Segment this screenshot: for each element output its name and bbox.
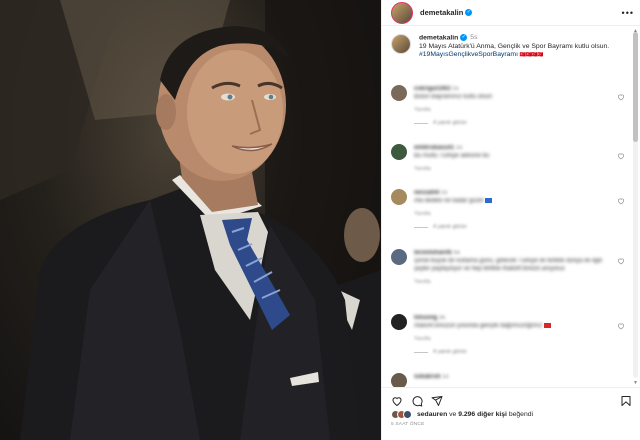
- post-photo[interactable]: [0, 0, 381, 440]
- comment-item: nevzat44 1s Ata dedeki ne kadar güzel Ya…: [391, 189, 629, 230]
- post-timestamp[interactable]: 5 SAAT ÖNCE: [382, 419, 640, 427]
- heart-icon[interactable]: [617, 197, 625, 205]
- view-replies-label: 4 yanıtı görün: [433, 120, 467, 126]
- comment-username[interactable]: lecestuhan45: [414, 250, 452, 256]
- verified-badge-icon: ✓: [465, 9, 473, 16]
- comment-time: 1s: [442, 374, 449, 380]
- liker-avatar: [403, 410, 412, 419]
- comment-username[interactable]: cokrigul1063: [414, 86, 451, 92]
- commenter-avatar[interactable]: [391, 189, 407, 205]
- heart-icon[interactable]: [391, 395, 403, 407]
- comment-time: 3s: [439, 315, 446, 321]
- comment-username[interactable]: emlkrubasu41: [414, 145, 454, 151]
- comment-reply-link[interactable]: Yanıtla: [414, 107, 629, 113]
- replies-divider: [414, 122, 428, 124]
- caption-avatar[interactable]: [391, 34, 411, 54]
- bookmark-icon[interactable]: [620, 395, 632, 407]
- author-avatar[interactable]: [391, 1, 413, 24]
- replies-divider: [414, 226, 428, 228]
- likes-summary: sedauren ve 9.296 diğer kişi beğendi: [382, 408, 640, 419]
- comments-scrollbar[interactable]: [633, 32, 638, 378]
- comment-username[interactable]: sokakruh: [414, 374, 441, 380]
- caption-text: 19 Mayıs Atatürk'ü Anma, Gençlik ve Spor…: [419, 42, 610, 50]
- likes-connector: ve: [449, 411, 457, 418]
- comment-reply-link[interactable]: Yanıtla: [414, 211, 629, 217]
- comment-username[interactable]: hmsong: [414, 315, 437, 321]
- likes-suffix: beğendi: [508, 411, 534, 418]
- liker-avatars[interactable]: [391, 410, 412, 419]
- comment-username[interactable]: nevzat44: [414, 190, 439, 196]
- comment-item: sokakruh 1s: [391, 373, 629, 387]
- view-replies[interactable]: 4 yanıtı görün: [414, 349, 629, 355]
- comment-icon[interactable]: [411, 395, 423, 407]
- caption-username[interactable]: demetakalin: [419, 34, 458, 41]
- caption-time: 5s: [470, 34, 478, 42]
- comment-reply-link[interactable]: Yanıtla: [414, 166, 629, 172]
- author-username[interactable]: demetakalin: [420, 8, 463, 17]
- comment-text: Ata dedeki ne kadar güzel: [414, 198, 484, 204]
- comment-reply-link[interactable]: Yanıtla: [414, 336, 629, 342]
- comment-text: Bütün Bayramınız kutlu olsun: [414, 94, 493, 100]
- post-caption: demetakalin ✓ 5s 19 Mayıs Atatürk'ü Anma, …: [382, 27, 632, 66]
- comments-scroll-area[interactable]: demetakalin ✓ 5s 19 Mayıs Atatürk'ü Anma, …: [382, 27, 632, 387]
- comment-item: hmsong 3s Atatürk'ümüzün yolunda gençlik…: [391, 314, 629, 355]
- post-header: demetakalin ✓ •••: [382, 0, 640, 26]
- commenter-avatar[interactable]: [391, 144, 407, 160]
- scroll-down-arrow-icon[interactable]: ▼: [633, 380, 638, 386]
- caption-emoji: 🇹🇷🇹🇷🇹🇷🇹🇷: [519, 52, 543, 59]
- scrollbar-thumb[interactable]: [633, 32, 638, 142]
- view-replies[interactable]: 4 yanıtı görün: [414, 120, 629, 126]
- comment-text: Şimdi büyük bir kutlama günü, gelecek Tü…: [414, 258, 602, 272]
- others-count[interactable]: 9.296 diğer kişi: [458, 411, 507, 418]
- comment-item: lecestuhan45 5s Şimdi büyük bir kutlama …: [391, 249, 629, 285]
- portrait-image: [0, 0, 381, 440]
- heart-icon[interactable]: [617, 322, 625, 330]
- post-actions: sedauren ve 9.296 diğer kişi beğendi 5 S…: [382, 387, 640, 440]
- comment-text: Atatürk'ümüzün yolunda gençlik bağımsızl…: [414, 323, 543, 329]
- replies-divider: [414, 351, 428, 353]
- share-icon[interactable]: [431, 395, 443, 407]
- comment-item: emlkrubasu41 1s Bu mutlu Türkiye ailesin…: [391, 144, 629, 172]
- commenter-avatar[interactable]: [391, 314, 407, 330]
- more-horizontal-icon[interactable]: •••: [622, 8, 634, 18]
- heart-icon[interactable]: [617, 257, 625, 265]
- first-liker-username[interactable]: sedauren: [417, 411, 447, 418]
- comment-time: 1s: [452, 86, 459, 92]
- heart-icon[interactable]: [617, 93, 625, 101]
- heart-emoji-icon: [485, 197, 493, 203]
- commenter-avatar[interactable]: [391, 373, 407, 387]
- heart-emoji-icon: [544, 322, 552, 328]
- post-panel: demetakalin ✓ ••• demetakalin ✓ 5s 19 Mayı…: [381, 0, 640, 440]
- comment-time: 1s: [456, 145, 463, 151]
- view-replies[interactable]: 4 yanıtı görün: [414, 224, 629, 230]
- comment-reply-link[interactable]: Yanıtla: [414, 279, 629, 285]
- comment-text: Bu mutlu Türkiye ailesine bu: [414, 153, 490, 159]
- comment-time: 1s: [441, 190, 448, 196]
- heart-icon[interactable]: [617, 152, 625, 160]
- view-replies-label: 4 yanıtı görün: [433, 349, 467, 355]
- commenter-avatar[interactable]: [391, 85, 407, 101]
- commenter-avatar[interactable]: [391, 249, 407, 265]
- comment-item: cokrigul1063 1s Bütün Bayramınız kutlu o…: [391, 85, 629, 126]
- comment-time: 5s: [453, 250, 461, 256]
- verified-badge-icon: ✓: [460, 34, 468, 41]
- view-replies-label: 4 yanıtı görün: [433, 224, 467, 230]
- caption-hashtag[interactable]: #19MayısGençlikveSporBayramı: [419, 51, 518, 58]
